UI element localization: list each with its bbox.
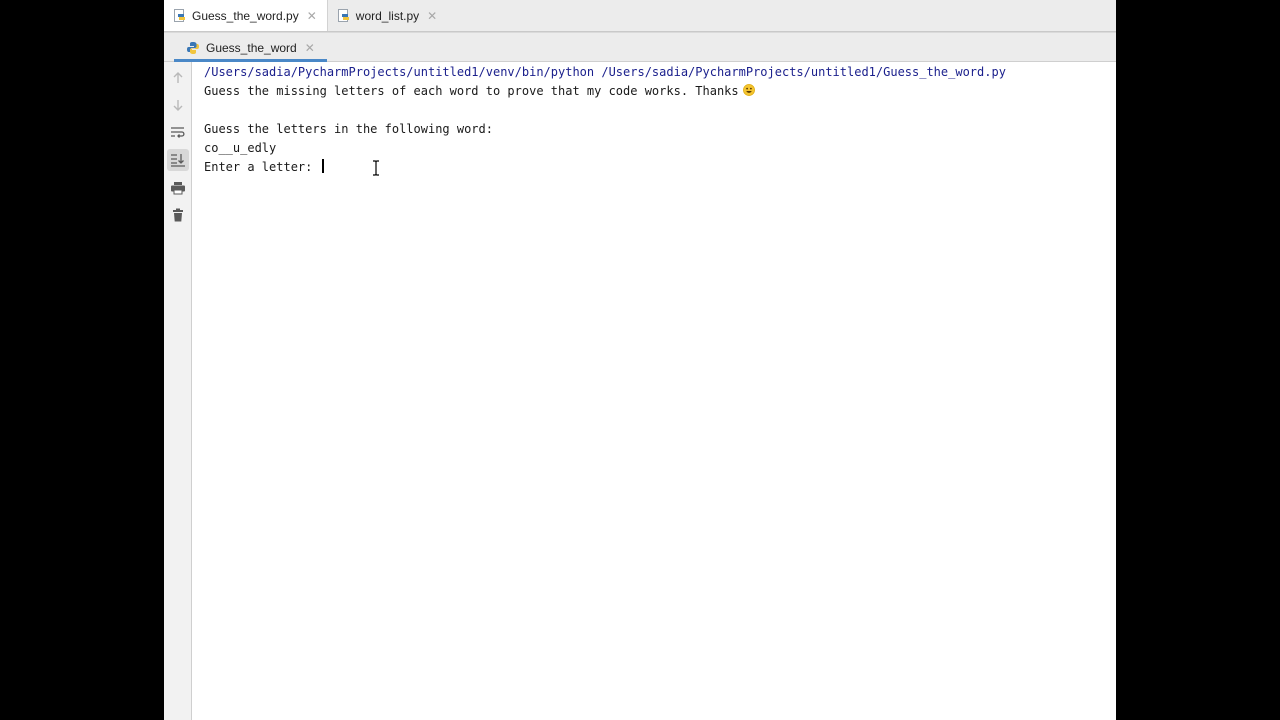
console-input-line[interactable]: Enter a letter: — [204, 158, 1104, 177]
clear-all-button[interactable] — [167, 204, 189, 226]
up-arrow-icon — [173, 72, 183, 83]
run-toolbar — [164, 62, 192, 720]
console-command-line: /Users/sadia/PycharmProjects/untitled1/v… — [204, 65, 1006, 79]
close-icon[interactable]: ✕ — [305, 42, 315, 54]
python-file-icon — [337, 9, 349, 22]
up-arrow-button[interactable] — [167, 67, 189, 89]
tab-label: word_list.py — [355, 8, 420, 23]
intro-text: Guess the missing letters of each word t… — [204, 84, 739, 98]
tab-guess-the-word-py[interactable]: Guess_the_word.py ✕ — [164, 0, 328, 31]
python-file-icon — [174, 9, 185, 22]
soft-wrap-button[interactable] — [167, 122, 189, 144]
pycharm-window: Guess_the_word.py ✕ word_list.py ✕ Guess… — [164, 0, 1116, 720]
smiley-emoji-icon — [742, 84, 755, 96]
console-intro-line: Guess the missing letters of each word t… — [204, 82, 1104, 101]
down-arrow-button[interactable] — [167, 94, 189, 116]
tab-label: Guess_the_word.py — [192, 8, 299, 23]
console-prompt-heading: Guess the letters in the following word: — [204, 122, 493, 136]
python-run-config-icon — [187, 41, 199, 54]
soft-wrap-icon — [171, 127, 185, 138]
input-prompt-text: Enter a letter: — [204, 160, 320, 174]
tab-word-list-py[interactable]: word_list.py ✕ — [328, 0, 447, 31]
scroll-to-end-button[interactable] — [167, 149, 189, 171]
run-tool-window-header: Guess_the_word ✕ — [164, 32, 1116, 62]
down-arrow-icon — [173, 100, 183, 111]
close-icon[interactable]: ✕ — [307, 10, 317, 22]
print-button[interactable] — [167, 177, 189, 199]
scroll-to-end-icon — [171, 154, 185, 167]
run-console-output[interactable]: /Users/sadia/PycharmProjects/untitled1/v… — [204, 63, 1104, 177]
text-caret — [321, 159, 324, 173]
print-icon — [171, 182, 185, 195]
trash-icon — [173, 208, 183, 222]
console-masked-word: co__u_edly — [204, 141, 277, 155]
run-tab-label: Guess_the_word — [206, 40, 297, 55]
active-tab-indicator — [174, 59, 327, 62]
editor-tab-bar: Guess_the_word.py ✕ word_list.py ✕ — [164, 0, 1116, 32]
ibeam-cursor-icon — [373, 160, 379, 176]
run-tab-guess-the-word[interactable]: Guess_the_word ✕ — [174, 33, 327, 62]
close-icon[interactable]: ✕ — [427, 10, 437, 22]
